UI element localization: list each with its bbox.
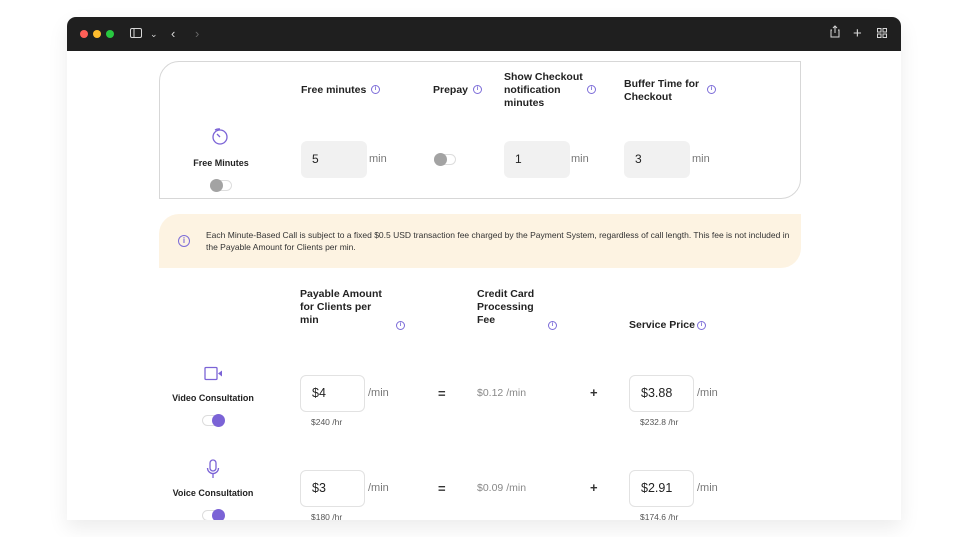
minimize-window-button[interactable]	[93, 30, 101, 38]
header-processing-fee: Credit Card Processing Fee	[477, 288, 535, 326]
notification-minutes-input[interactable]: 1	[504, 141, 570, 178]
back-icon[interactable]: ‹	[171, 25, 175, 43]
video-consultation-toggle[interactable]	[202, 414, 225, 427]
free-minutes-card: Free minutes i Prepay i Show Checkout no…	[159, 61, 801, 199]
info-icon: i	[178, 235, 190, 247]
video-consultation-label: Video Consultation	[172, 393, 254, 403]
payable-info-icon[interactable]: i	[396, 321, 405, 330]
show-checkout-info-icon[interactable]: i	[587, 85, 596, 94]
browser-window: ⌄ ‹ › + Free minutes i Prepay i Show Che…	[67, 17, 901, 520]
plus-sign: +	[590, 480, 598, 495]
zoom-window-button[interactable]	[106, 30, 114, 38]
notification-minutes-unit: min	[571, 153, 589, 165]
transaction-fee-notice: i Each Minute-Based Call is subject to a…	[159, 214, 801, 268]
voice-payable-input[interactable]: $3	[300, 470, 365, 507]
video-payable-hourly: $240 /hr	[311, 417, 343, 427]
microphone-icon	[206, 459, 220, 484]
buffer-time-unit: min	[692, 153, 710, 165]
page-content: Free minutes i Prepay i Show Checkout no…	[67, 51, 901, 520]
browser-titlebar: ⌄ ‹ › +	[67, 17, 901, 51]
sidebar-icon[interactable]	[130, 25, 142, 43]
equals-sign: =	[438, 481, 446, 496]
video-service-hourly: $232.8 /hr	[640, 417, 679, 427]
voice-processing-fee: $0.09 /min	[477, 482, 527, 494]
timer-icon	[211, 127, 229, 150]
buffer-time-input[interactable]: 3	[624, 141, 690, 178]
voice-consultation-toggle[interactable]	[202, 509, 225, 520]
header-prepay: Prepay	[433, 84, 469, 96]
free-minutes-toggle[interactable]	[210, 179, 232, 192]
video-camera-icon	[204, 366, 224, 386]
voice-consultation-label: Voice Consultation	[172, 488, 254, 498]
plus-icon[interactable]: +	[853, 25, 862, 43]
notice-text: Each Minute-Based Call is subject to a f…	[206, 230, 790, 252]
voice-payable-hourly: $180 /hr	[311, 512, 343, 520]
header-free-minutes: Free minutes	[301, 84, 367, 96]
tabs-grid-icon[interactable]	[877, 25, 887, 43]
header-show-checkout: Show Checkout notification minutes	[504, 71, 583, 109]
voice-service-price-input[interactable]: $2.91	[629, 470, 694, 507]
video-service-price-input[interactable]: $3.88	[629, 375, 694, 412]
chevron-down-icon[interactable]: ⌄	[150, 25, 158, 43]
buffer-time-info-icon[interactable]: i	[707, 85, 716, 94]
share-icon[interactable]	[830, 25, 840, 43]
processing-fee-info-icon[interactable]: i	[548, 321, 557, 330]
prepay-toggle[interactable]	[434, 153, 456, 166]
equals-sign: =	[438, 386, 446, 401]
free-minutes-label: Free Minutes	[193, 158, 249, 168]
video-payable-unit: /min	[368, 387, 389, 399]
service-price-info-icon[interactable]: i	[697, 321, 706, 330]
plus-sign: +	[590, 385, 598, 400]
prepay-info-icon[interactable]: i	[473, 85, 482, 94]
close-window-button[interactable]	[80, 30, 88, 38]
header-payable-amount: Payable Amount for Clients per min	[300, 288, 382, 326]
free-minutes-unit: min	[369, 153, 387, 165]
voice-service-unit: /min	[697, 482, 718, 494]
voice-payable-unit: /min	[368, 482, 389, 494]
video-payable-input[interactable]: $4	[300, 375, 365, 412]
header-buffer-time: Buffer Time for Checkout	[624, 78, 700, 103]
header-service-price: Service Price	[629, 319, 695, 331]
voice-service-hourly: $174.6 /hr	[640, 512, 679, 520]
forward-icon[interactable]: ›	[195, 25, 199, 43]
free-minutes-info-icon[interactable]: i	[371, 85, 380, 94]
video-service-unit: /min	[697, 387, 718, 399]
free-minutes-input[interactable]: 5	[301, 141, 367, 178]
video-processing-fee: $0.12 /min	[477, 387, 527, 399]
